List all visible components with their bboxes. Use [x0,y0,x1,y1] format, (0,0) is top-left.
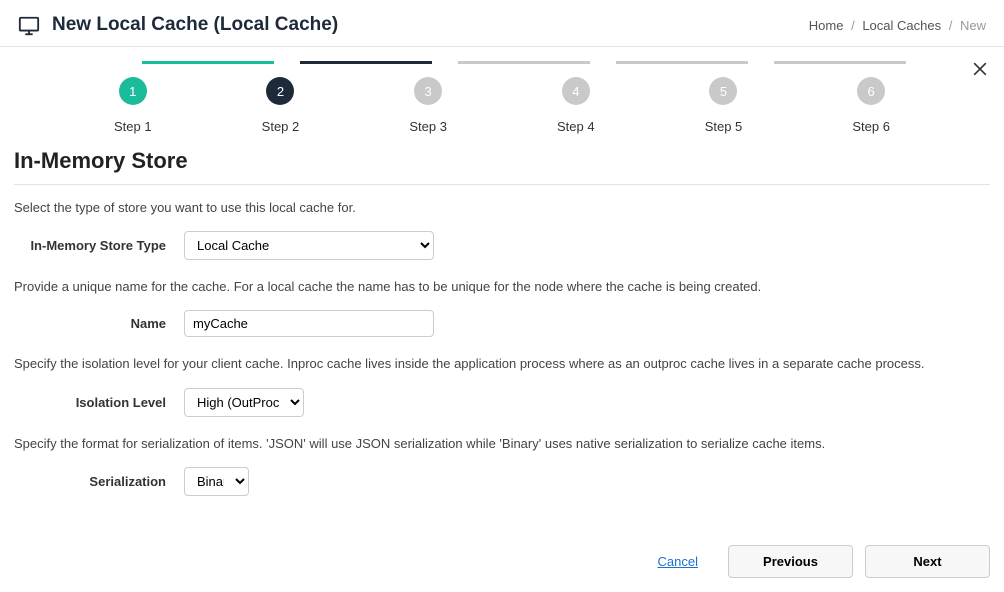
breadcrumb-sep: / [851,18,855,33]
step-circle: 6 [857,77,885,105]
header-left: New Local Cache (Local Cache) [18,14,338,36]
monitor-icon [18,15,40,35]
isolation-select[interactable]: High (OutProc) [184,388,304,417]
step-5[interactable]: 5 Step 5 [705,77,743,134]
breadcrumb-current: New [960,18,986,33]
step-circle: 4 [562,77,590,105]
row-name: Name [14,310,990,337]
step-1[interactable]: 1 Step 1 [114,77,152,134]
step-label: Step 4 [557,119,595,134]
previous-button[interactable]: Previous [728,545,853,578]
step-6[interactable]: 6 Step 6 [852,77,890,134]
step-circle: 5 [709,77,737,105]
row-isolation: Isolation Level High (OutProc) [14,388,990,417]
step-connector [300,61,432,64]
stepper: 1 Step 1 2 Step 2 3 Step 3 4 Step 4 5 [14,47,990,134]
serialization-select[interactable]: Binary [184,467,249,496]
step-connector [142,61,274,64]
step-connector [616,61,748,64]
desc-name: Provide a unique name for the cache. For… [14,278,990,296]
step-label: Step 2 [262,119,300,134]
desc-isolation: Specify the isolation level for your cli… [14,355,990,373]
row-serialization: Serialization Binary [14,467,990,496]
label-serialization: Serialization [14,474,184,489]
row-store-type: In-Memory Store Type Local Cache [14,231,990,260]
step-label: Step 6 [852,119,890,134]
next-button[interactable]: Next [865,545,990,578]
step-label: Step 3 [409,119,447,134]
label-name: Name [14,316,184,331]
breadcrumb-sep: / [949,18,953,33]
wizard-footer: Cancel Previous Next [658,545,990,578]
cancel-link[interactable]: Cancel [658,554,698,569]
label-isolation: Isolation Level [14,395,184,410]
desc-serialization: Specify the format for serialization of … [14,435,990,453]
step-circle: 2 [266,77,294,105]
section-title: In-Memory Store [14,148,990,185]
step-label: Step 5 [705,119,743,134]
step-circle: 1 [119,77,147,105]
label-store-type: In-Memory Store Type [14,238,184,253]
page-title: New Local Cache (Local Cache) [52,14,338,36]
breadcrumb-local-caches[interactable]: Local Caches [862,18,941,33]
name-input[interactable] [184,310,434,337]
step-label: Step 1 [114,119,152,134]
step-connector [774,61,906,64]
wizard-body: 1 Step 1 2 Step 2 3 Step 3 4 Step 4 5 [0,47,1004,496]
breadcrumb: Home / Local Caches / New [809,18,986,33]
step-circle: 3 [414,77,442,105]
step-connector [458,61,590,64]
step-3[interactable]: 3 Step 3 [409,77,447,134]
store-type-select[interactable]: Local Cache [184,231,434,260]
page-header: New Local Cache (Local Cache) Home / Loc… [0,0,1004,47]
desc-store-type: Select the type of store you want to use… [14,199,990,217]
breadcrumb-home[interactable]: Home [809,18,844,33]
step-2[interactable]: 2 Step 2 [262,77,300,134]
step-4[interactable]: 4 Step 4 [557,77,595,134]
